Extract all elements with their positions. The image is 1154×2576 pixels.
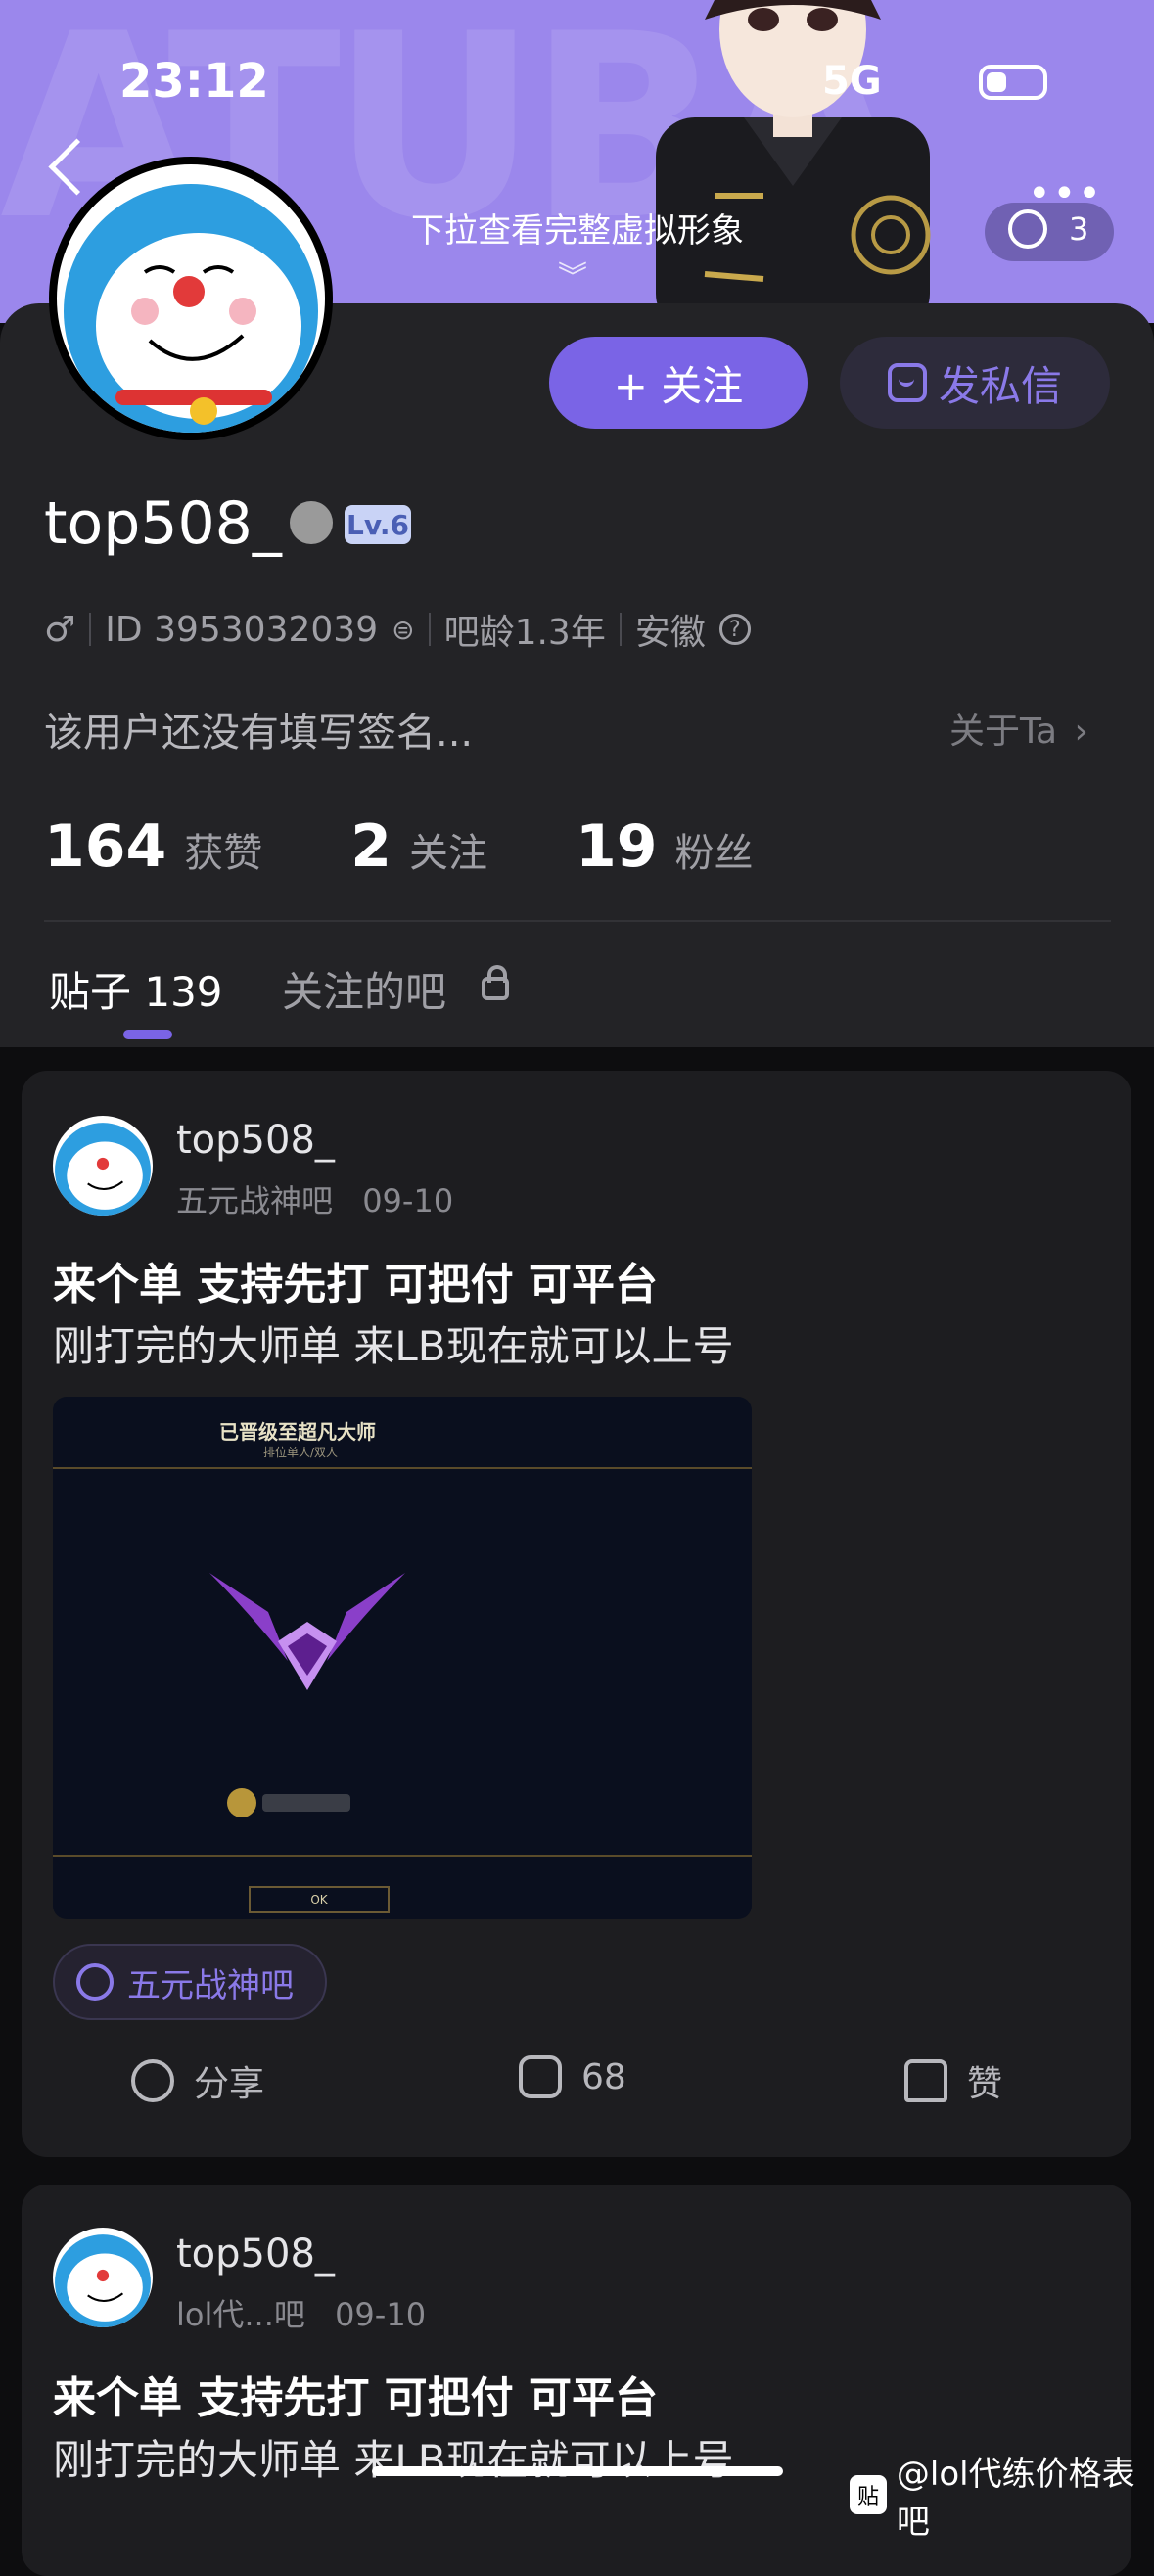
location: 安徽	[634, 613, 706, 653]
profile-avatar[interactable]	[49, 157, 333, 440]
network-label: 5G	[822, 59, 882, 104]
about-label: 关于Ta	[949, 712, 1058, 752]
post-forum[interactable]: 五元战神吧	[176, 1182, 333, 1219]
watermark-badge: 贴	[850, 2475, 887, 2514]
status-time: 23:12	[119, 54, 269, 109]
post-forum-date: 五元战神吧 09-10	[176, 1176, 453, 1221]
fans-count[interactable]: 19	[576, 812, 658, 881]
forum-tag[interactable]: 五元战神吧	[53, 1944, 327, 2020]
lock-icon	[482, 965, 509, 1000]
message-button[interactable]: 发私信	[840, 337, 1110, 429]
stats-row: 164 获赞 2 关注 19 粉丝	[44, 812, 754, 881]
message-icon	[887, 363, 927, 402]
post-image[interactable]: 已晋级至超凡大师 排位单人/双人 OK	[53, 1397, 752, 1919]
divider	[89, 613, 92, 646]
post-date: 09-10	[362, 1182, 454, 1219]
forum-tag-label: 五元战神吧	[127, 1965, 294, 2005]
image-bottom-rule	[53, 1855, 752, 1857]
comment-icon	[519, 2055, 562, 2098]
double-chevron-down-icon: ︾	[558, 260, 587, 295]
doraemon-avatar-icon	[64, 184, 318, 433]
comment-action[interactable]: 68	[519, 2055, 626, 2098]
divider	[619, 613, 622, 646]
tab-posts[interactable]: 贴子 139	[49, 959, 223, 1019]
level-badge[interactable]: Lv.6	[345, 505, 411, 544]
post-avatar[interactable]	[53, 1116, 153, 1216]
like-label: 赞	[967, 2064, 1003, 2104]
share-label: 分享	[194, 2064, 265, 2104]
bar-age: 吧龄1.3年	[443, 613, 606, 653]
image-top-rule	[53, 1467, 752, 1469]
post-forum-date: lol代...吧 09-10	[176, 2290, 426, 2335]
post-body[interactable]: 刚打完的大师单 来LB现在就可以上号	[53, 1313, 734, 1373]
divider	[428, 613, 431, 646]
user-id[interactable]: ID 3953032039	[105, 610, 378, 650]
username: top508_	[44, 489, 282, 558]
doraemon-avatar-icon	[55, 1123, 151, 1216]
post-title[interactable]: 来个单 支持先打 可把付 可平台	[53, 2363, 658, 2425]
chevron-right-icon: ›	[1074, 712, 1088, 752]
thumbs-up-icon	[904, 2059, 947, 2102]
help-icon[interactable]: ?	[718, 614, 751, 645]
home-indicator[interactable]	[372, 2466, 783, 2476]
following-count[interactable]: 2	[350, 812, 392, 881]
post-forum[interactable]: lol代...吧	[176, 2296, 305, 2333]
likes-label: 获赞	[184, 831, 263, 876]
visitor-badge[interactable]	[985, 203, 1114, 261]
post-title[interactable]: 来个单 支持先打 可把付 可平台	[53, 1249, 658, 1311]
tab-followed-bars[interactable]: 关注的吧	[282, 959, 446, 1019]
signature: 该用户还没有填写签名...	[44, 711, 474, 756]
copy-icon[interactable]: ⊜	[392, 614, 414, 646]
post-body[interactable]: 刚打完的大师单 来LB现在就可以上号	[53, 2427, 734, 2487]
gender-icon: ♂	[44, 609, 76, 650]
image-heading: 已晋级至超凡大师	[219, 1420, 376, 1444]
following-label: 关注	[409, 831, 487, 876]
message-button-label: 发私信	[938, 361, 1062, 410]
follow-button[interactable]: + 关注	[549, 337, 808, 429]
watermark-text: @lol代练价格表吧	[896, 2455, 1135, 2542]
post-username[interactable]: top508_	[176, 1118, 335, 1163]
likes-count[interactable]: 164	[44, 812, 166, 881]
member-crown-icon[interactable]	[290, 501, 333, 544]
fans-label: 粉丝	[674, 831, 754, 876]
battery-icon	[979, 65, 1047, 100]
forum-icon	[76, 1963, 114, 2001]
smile-icon	[1008, 209, 1047, 249]
post-date: 09-10	[335, 2296, 427, 2333]
section-divider	[44, 920, 1111, 922]
active-tab-indicator	[123, 1030, 172, 1039]
player-avatar-icon	[227, 1788, 256, 1817]
master-rank-emblem-icon	[209, 1573, 405, 1690]
virtual-avatar-figure[interactable]	[597, 0, 989, 323]
profile-meta-row: ♂ ID 3953032039 ⊜ 吧龄1.3年 安徽 ?	[44, 604, 751, 655]
watermark: 贴 @lol代练价格表吧	[850, 2447, 1154, 2543]
comment-count: 68	[581, 2056, 626, 2097]
post-avatar[interactable]	[53, 2228, 153, 2327]
doraemon-avatar-icon	[55, 2234, 151, 2327]
about-link[interactable]: 关于Ta ›	[949, 703, 1088, 754]
pull-hint-text: 下拉查看完整虚拟形象	[411, 211, 744, 251]
post-username[interactable]: top508_	[176, 2231, 335, 2277]
visitor-count: 3	[1069, 210, 1089, 248]
image-subheading: 排位单人/双人	[263, 1446, 339, 1459]
image-ok-button: OK	[249, 1886, 390, 1913]
share-icon	[131, 2059, 174, 2102]
share-action[interactable]: 分享	[131, 2055, 264, 2106]
blurred-player-name	[262, 1794, 350, 1812]
like-action[interactable]: 赞	[904, 2055, 1002, 2106]
